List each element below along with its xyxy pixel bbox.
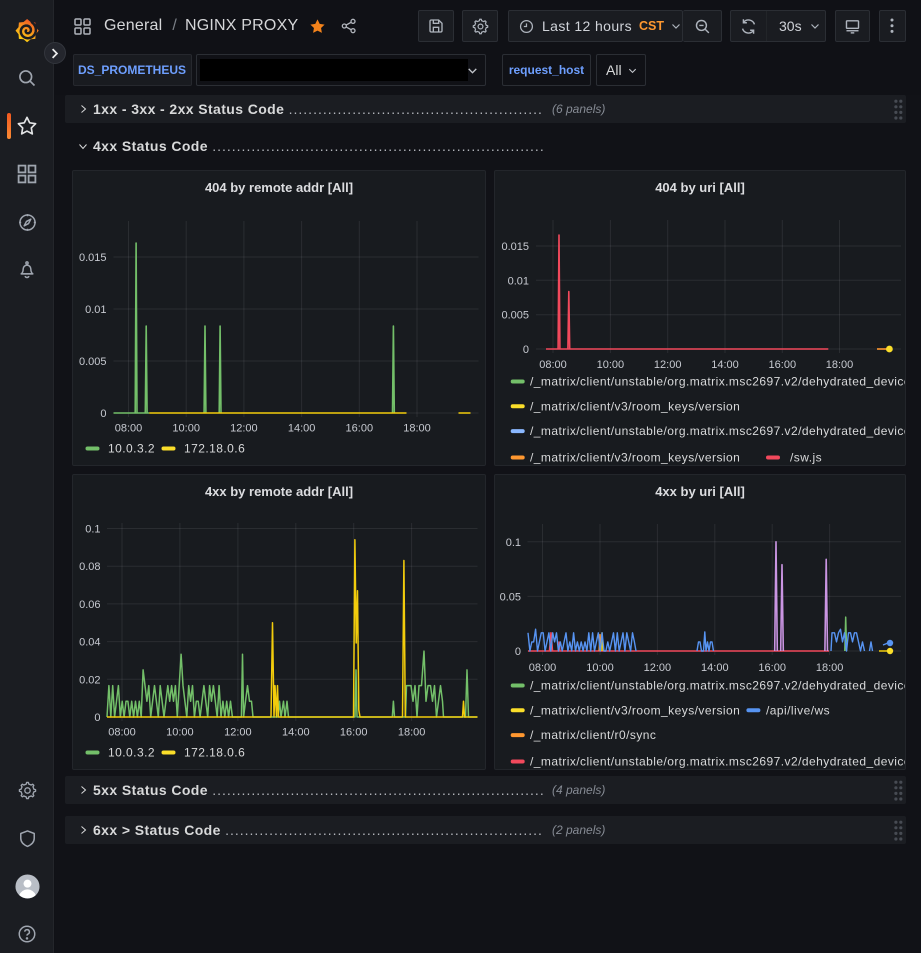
- svg-text:12:00: 12:00: [230, 423, 258, 435]
- svg-text:/api/live/ws: /api/live/ws: [766, 703, 830, 717]
- svg-text:/_matrix/client/v3/room_keys/v: /_matrix/client/v3/room_keys/version: [530, 703, 740, 717]
- svg-text:18:00: 18:00: [826, 359, 854, 371]
- svg-text:/_matrix/client/r0/sync: /_matrix/client/r0/sync: [530, 728, 656, 742]
- svg-text:12:00: 12:00: [644, 662, 672, 674]
- svg-text:0: 0: [523, 344, 529, 356]
- svg-text:10.0.3.2: 10.0.3.2: [108, 442, 155, 456]
- svg-text:0: 0: [515, 646, 521, 658]
- svg-text:172.18.0.6: 172.18.0.6: [184, 746, 245, 760]
- svg-text:0.08: 0.08: [79, 561, 100, 573]
- svg-text:0.005: 0.005: [79, 356, 107, 368]
- svg-text:0.1: 0.1: [85, 524, 100, 536]
- svg-text:14:00: 14:00: [711, 359, 739, 371]
- svg-text:/_matrix/client/unstable/org.m: /_matrix/client/unstable/org.matrix.msc2…: [530, 424, 906, 438]
- svg-text:0: 0: [94, 712, 100, 724]
- svg-text:0.005: 0.005: [501, 310, 529, 322]
- svg-text:08:00: 08:00: [115, 423, 143, 435]
- svg-text:0.1: 0.1: [506, 537, 521, 549]
- svg-text:/_matrix/client/unstable/org.m: /_matrix/client/unstable/org.matrix.msc2…: [530, 375, 906, 389]
- svg-text:0.015: 0.015: [501, 241, 529, 253]
- svg-text:14:00: 14:00: [701, 662, 729, 674]
- svg-text:10.0.3.2: 10.0.3.2: [108, 746, 155, 760]
- svg-text:0.01: 0.01: [508, 275, 529, 287]
- svg-text:08:00: 08:00: [529, 662, 557, 674]
- svg-text:/_matrix/client/unstable/org.m: /_matrix/client/unstable/org.matrix.msc2…: [530, 679, 906, 693]
- svg-text:0: 0: [100, 408, 106, 420]
- svg-text:0.05: 0.05: [500, 591, 521, 603]
- svg-text:10:00: 10:00: [172, 423, 200, 435]
- svg-text:10:00: 10:00: [586, 662, 614, 674]
- svg-text:16:00: 16:00: [346, 423, 374, 435]
- svg-text:/_matrix/client/unstable/org.m: /_matrix/client/unstable/org.matrix.msc2…: [530, 755, 906, 769]
- svg-text:16:00: 16:00: [769, 359, 797, 371]
- svg-text:10:00: 10:00: [166, 727, 194, 739]
- svg-text:/_matrix/client/v3/room_keys/v: /_matrix/client/v3/room_keys/version: [530, 399, 740, 413]
- svg-text:08:00: 08:00: [539, 359, 567, 371]
- svg-text:0.01: 0.01: [85, 304, 106, 316]
- svg-text:16:00: 16:00: [340, 727, 368, 739]
- svg-text:14:00: 14:00: [282, 727, 310, 739]
- svg-text:12:00: 12:00: [224, 727, 252, 739]
- svg-text:0.02: 0.02: [79, 674, 100, 686]
- svg-text:18:00: 18:00: [403, 423, 431, 435]
- svg-text:18:00: 18:00: [816, 662, 844, 674]
- svg-text:/sw.js: /sw.js: [790, 451, 822, 465]
- svg-text:0.06: 0.06: [79, 599, 100, 611]
- svg-text:0.015: 0.015: [79, 252, 107, 264]
- svg-text:/_matrix/client/v3/room_keys/v: /_matrix/client/v3/room_keys/version: [530, 451, 740, 465]
- svg-text:10:00: 10:00: [597, 359, 625, 371]
- svg-text:172.18.0.6: 172.18.0.6: [184, 442, 245, 456]
- svg-text:0.04: 0.04: [79, 637, 100, 649]
- svg-text:16:00: 16:00: [758, 662, 786, 674]
- svg-text:18:00: 18:00: [398, 727, 426, 739]
- svg-text:08:00: 08:00: [108, 727, 136, 739]
- svg-text:14:00: 14:00: [288, 423, 316, 435]
- svg-text:12:00: 12:00: [654, 359, 682, 371]
